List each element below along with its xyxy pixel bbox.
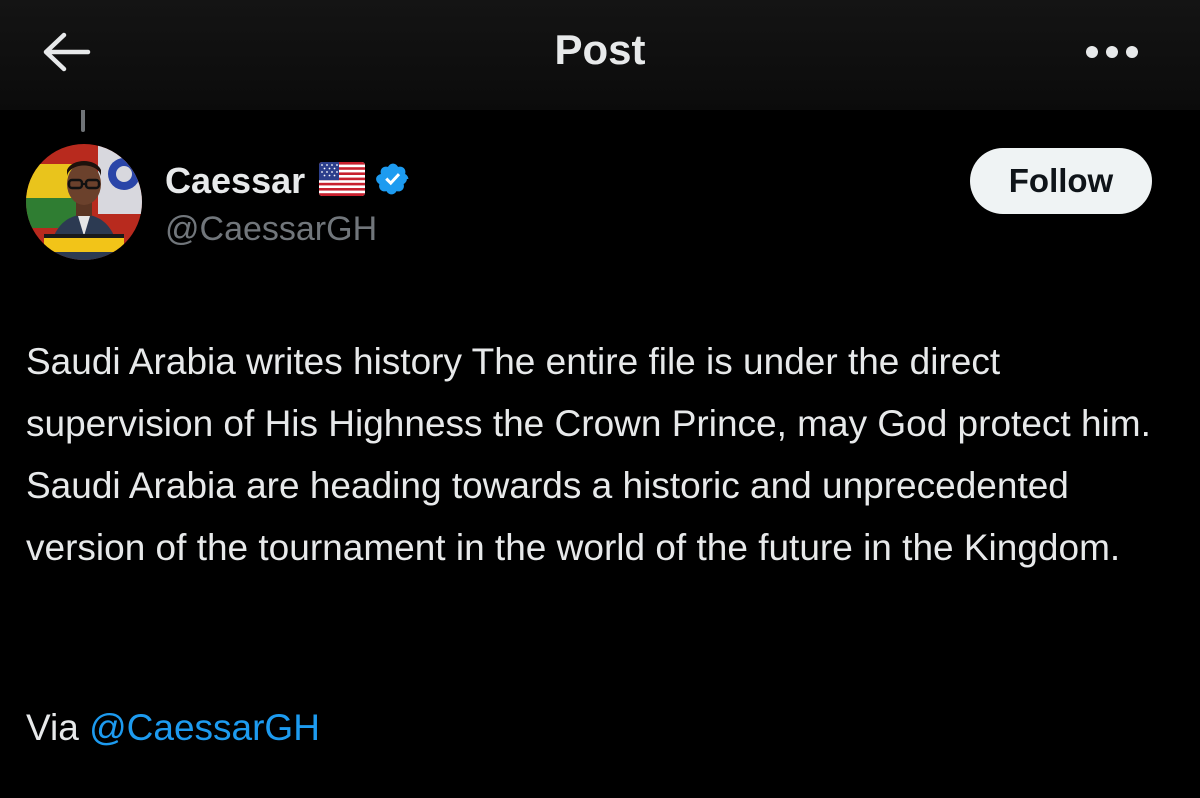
avatar-image: [26, 144, 142, 260]
top-bar: Post: [0, 0, 1200, 110]
page-title: Post: [554, 26, 646, 73]
post-body: Saudi Arabia writes history The entire f…: [26, 331, 1186, 579]
thread-connector-line: [81, 110, 85, 132]
verified-badge-icon[interactable]: [375, 161, 411, 202]
more-horizontal-icon: [1086, 46, 1138, 58]
author-handle[interactable]: @CaessarGH: [165, 208, 377, 250]
post-via-line: Via @CaessarGH: [26, 697, 320, 759]
author-display-name[interactable]: Caessar: [165, 159, 305, 203]
avatar[interactable]: [26, 144, 142, 260]
more-options-button[interactable]: [1080, 26, 1144, 78]
us-flag-icon: [319, 161, 366, 201]
author-name-row[interactable]: Caessar: [165, 158, 411, 204]
via-label: Via: [26, 707, 90, 748]
follow-button[interactable]: Follow: [970, 148, 1152, 214]
post-text: Saudi Arabia writes history The entire f…: [26, 341, 1151, 568]
via-mention-link[interactable]: @CaessarGH: [89, 707, 320, 748]
